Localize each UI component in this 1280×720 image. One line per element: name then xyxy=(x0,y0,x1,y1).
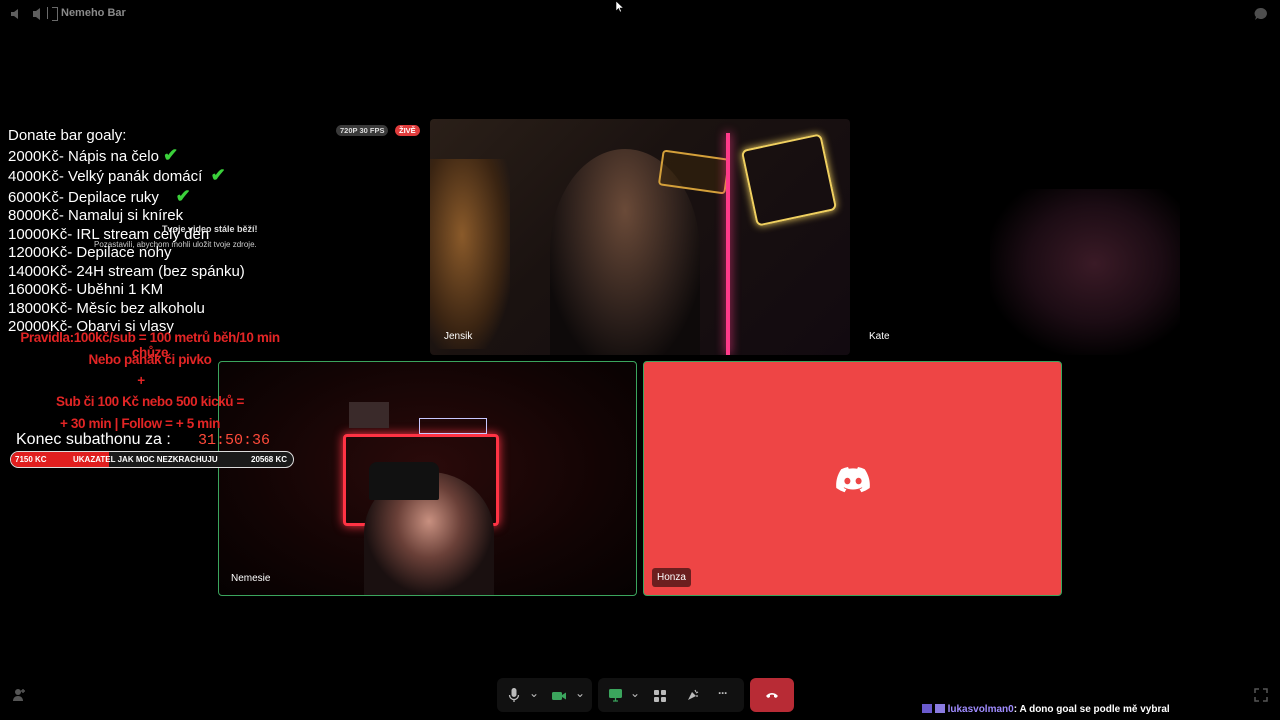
video-tile-kate[interactable]: Kate xyxy=(860,119,1280,355)
more-options-icon[interactable]: ··· xyxy=(718,686,728,700)
progress-title: UKAZATEL JAK MOC NEZKRACHUJU xyxy=(73,455,218,464)
add-person-icon[interactable] xyxy=(12,688,26,702)
chat-bubble-icon[interactable] xyxy=(1254,7,1268,21)
camera-button[interactable] xyxy=(551,689,567,701)
checkmark-icon: ✔ xyxy=(210,165,226,185)
participant-name-kate: Kate xyxy=(869,331,890,342)
participant-name-nemesie: Nemesie xyxy=(231,573,271,584)
subathon-timer-label: Konec subathonu za : xyxy=(16,431,171,448)
microphone-button[interactable] xyxy=(507,687,521,703)
neon-sign xyxy=(419,418,487,434)
divider xyxy=(47,7,48,19)
goal-row: 2000Kč- Nápis na čelo ✔ xyxy=(8,144,179,165)
goal-row: 18000Kč- Měsíc bez alkoholu xyxy=(8,299,205,317)
voice-channel-icon xyxy=(30,7,44,21)
participant-name-honza: Honza xyxy=(652,568,691,587)
neon-light xyxy=(726,133,730,355)
goal-row: 10000Kč- IRL stream celý den xyxy=(8,225,210,243)
na-zdravi-sign xyxy=(740,133,838,227)
goal-row: 6000Kč- Depilace ruky ✔ xyxy=(8,185,191,206)
goal-row: 14000Kč- 24H stream (bez spánku) xyxy=(8,262,245,280)
mouse-cursor xyxy=(615,0,625,13)
checkmark-icon: ✔ xyxy=(163,144,179,165)
discord-logo-icon xyxy=(836,467,870,493)
top-bar: Nemeho Bar xyxy=(0,0,1280,28)
disconnect-button[interactable] xyxy=(750,678,794,712)
chat-text: : A dono goal se podle mě vybral xyxy=(1013,704,1170,715)
fullscreen-icon[interactable] xyxy=(1254,688,1268,702)
quality-badge: 720P 30 FPS xyxy=(336,125,389,136)
donate-header: Donate bar goaly: xyxy=(8,127,127,144)
channel-name: Nemeho Bar xyxy=(61,7,126,19)
chat-message: lukasvolman0: A dono goal se podle mě vy… xyxy=(922,704,1170,715)
goal-row: 4000Kč- Velký panák domácí ✔ xyxy=(8,165,226,185)
speaker-icon[interactable] xyxy=(9,7,23,21)
goal-row: 16000Kč- Uběhni 1 KM xyxy=(8,281,164,298)
sub-badge-icon xyxy=(934,704,945,713)
donate-goals: Donate bar goaly: 2000Kč- Nápis na čelo … xyxy=(8,127,308,337)
audio-video-group: ⌄ ⌄ xyxy=(497,678,592,712)
person-cap xyxy=(369,462,439,500)
progress-goal: 20568 KC xyxy=(251,455,288,464)
rules-line: + 30 min | Follow = + 5 min xyxy=(60,416,220,431)
chat-username: lukasvolman0 xyxy=(947,704,1014,715)
background-shape xyxy=(430,159,510,349)
participant-name-jensik: Jensik xyxy=(444,331,473,342)
rules-line: Nebo panák či pivko xyxy=(88,352,212,367)
activities-button[interactable] xyxy=(654,689,666,702)
live-badge: ŽIVĚ xyxy=(395,125,420,136)
mic-options-chevron-icon[interactable]: ⌄ xyxy=(529,686,539,700)
rules-line: + xyxy=(137,373,145,388)
stage-icon xyxy=(52,7,58,21)
donate-progress-bar: 7150 KC UKAZATEL JAK MOC NEZKRACHUJU 205… xyxy=(10,451,294,468)
rules-line: Sub či 100 Kč nebo 500 kicků = xyxy=(56,394,244,409)
camera-options-chevron-icon[interactable]: ⌄ xyxy=(575,686,585,700)
actions-group: ⌄ ··· xyxy=(598,678,744,712)
goal-row: 12000Kč- Depilace nohy xyxy=(8,244,172,261)
video-tile-honza[interactable]: Honza xyxy=(643,361,1062,596)
checkmark-icon: ✔ xyxy=(175,185,191,206)
person-silhouette xyxy=(990,189,1180,355)
screen-options-chevron-icon[interactable]: ⌄ xyxy=(630,686,640,700)
video-tile-jensik[interactable]: Jensik xyxy=(430,119,850,355)
screen-share-button[interactable] xyxy=(608,687,624,703)
soundboard-button[interactable] xyxy=(686,688,700,702)
progress-current: 7150 KC xyxy=(15,455,47,464)
subathon-timer-value: 31:50:36 xyxy=(198,432,271,449)
twitch-badge-icon xyxy=(922,704,932,713)
goal-row: 8000Kč- Namaluj si knírek xyxy=(8,207,184,224)
wall-poster xyxy=(349,402,389,428)
